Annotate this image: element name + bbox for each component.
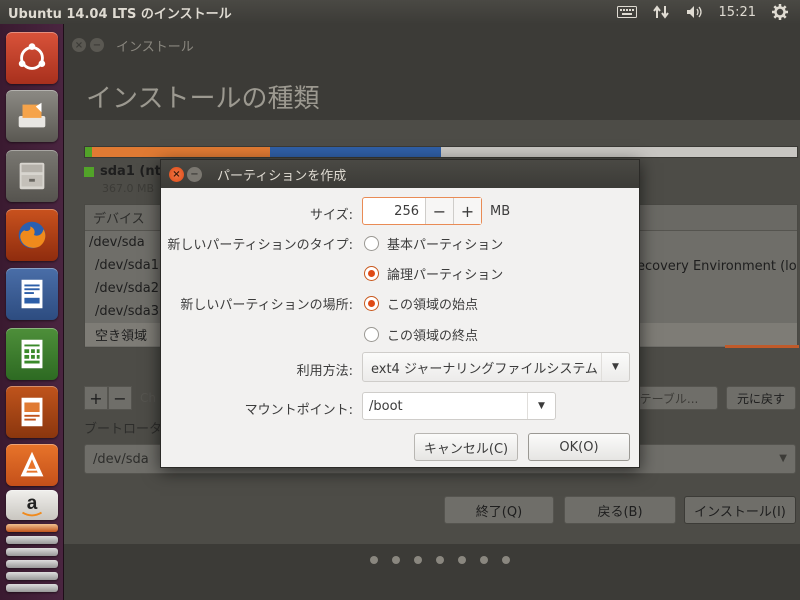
size-label: サイズ: bbox=[310, 208, 353, 223]
launcher-stack bbox=[6, 548, 58, 556]
launcher-stack bbox=[6, 584, 58, 592]
partition-type-label: 新しいパーティションのタイプ: bbox=[167, 238, 353, 253]
mount-point-input[interactable]: /boot bbox=[363, 399, 527, 414]
mount-point-combo[interactable]: /boot ▼ bbox=[362, 392, 556, 420]
launcher-stack bbox=[6, 536, 58, 544]
radio-label: この領域の終点 bbox=[387, 329, 479, 344]
disk-segment bbox=[92, 147, 271, 157]
step-dot bbox=[480, 556, 488, 564]
firefox-icon[interactable] bbox=[6, 209, 58, 261]
legend-label: sda1 (nt bbox=[100, 164, 161, 179]
radio-primary[interactable]: 基本パーティション bbox=[364, 234, 503, 253]
top-panel: Ubuntu 14.04 LTS のインストール 15:21 bbox=[0, 0, 800, 24]
ubuntu-dash-icon[interactable] bbox=[6, 32, 58, 84]
step-dot bbox=[436, 556, 444, 564]
step-dot bbox=[370, 556, 378, 564]
installer-icon[interactable] bbox=[6, 90, 58, 142]
dialog-title: パーティションを作成 bbox=[217, 168, 347, 184]
disk-legend: sda1 (nt bbox=[84, 164, 161, 179]
use-as-label: 利用方法: bbox=[296, 364, 353, 379]
chevron-down-icon[interactable]: ▼ bbox=[527, 393, 555, 419]
table-cell-note: ecovery Environment (lo bbox=[637, 259, 797, 274]
back-button[interactable]: 戻る(B) bbox=[564, 496, 676, 524]
filesystem-select[interactable]: ext4 ジャーナリングファイルシステム ▼ bbox=[362, 352, 630, 382]
install-button[interactable]: インストール(I) bbox=[684, 496, 796, 524]
bootloader-label: ブートロータ bbox=[84, 422, 163, 437]
step-dot bbox=[502, 556, 510, 564]
window-titlebar: × − インストール bbox=[64, 24, 800, 66]
software-center-icon[interactable] bbox=[6, 444, 58, 486]
radio-label: 論理パーティション bbox=[387, 268, 504, 283]
minimize-icon[interactable]: − bbox=[187, 166, 202, 182]
size-unit: MB bbox=[490, 204, 511, 219]
gear-icon[interactable] bbox=[770, 4, 790, 20]
page-heading: インストールの種類 bbox=[86, 84, 320, 114]
launcher-stack bbox=[6, 560, 58, 568]
window-title: Ubuntu 14.04 LTS のインストール bbox=[8, 6, 232, 22]
revert-button[interactable]: 元に戻す bbox=[726, 386, 796, 410]
close-icon[interactable]: × bbox=[72, 38, 86, 52]
quit-button[interactable]: 終了(Q) bbox=[444, 496, 554, 524]
amazon-icon[interactable]: a bbox=[6, 490, 58, 520]
launcher-stack bbox=[6, 572, 58, 580]
legend-size: 367.0 MB bbox=[102, 182, 155, 195]
radio-label: 基本パーティション bbox=[387, 238, 504, 253]
calc-icon[interactable] bbox=[6, 328, 58, 380]
filesystem-value: ext4 ジャーナリングファイルシステム bbox=[371, 361, 598, 377]
cancel-button[interactable]: キャンセル(C) bbox=[414, 433, 518, 461]
radio-location-begin[interactable]: この領域の始点 bbox=[364, 294, 478, 313]
launcher: a bbox=[0, 24, 64, 600]
ok-button[interactable]: OK(O) bbox=[528, 433, 630, 461]
radio-location-end[interactable]: この領域の終点 bbox=[364, 325, 478, 344]
create-partition-dialog: × − パーティションを作成 サイズ: 256 − + MB 新しいパーティショ… bbox=[160, 159, 640, 468]
partition-location-label: 新しいパーティションの場所: bbox=[180, 298, 353, 313]
disk-segment bbox=[440, 147, 797, 157]
volume-icon[interactable] bbox=[685, 4, 705, 20]
launcher-stack bbox=[6, 524, 58, 532]
disk-segment bbox=[85, 147, 93, 157]
keyboard-icon[interactable] bbox=[616, 4, 637, 20]
horizontal-scrollbar[interactable] bbox=[725, 345, 799, 348]
radio-logical[interactable]: 論理パーティション bbox=[364, 264, 503, 283]
remove-partition-button[interactable]: − bbox=[108, 386, 132, 410]
indicator-area: 15:21 bbox=[616, 4, 800, 20]
disk-usage-bar bbox=[84, 146, 798, 158]
radio-indicator[interactable] bbox=[364, 296, 379, 311]
radio-indicator[interactable] bbox=[364, 327, 379, 342]
step-dot bbox=[414, 556, 422, 564]
size-spinbox[interactable]: 256 − + bbox=[362, 197, 482, 225]
radio-label: この領域の始点 bbox=[387, 298, 479, 313]
file-manager-icon[interactable] bbox=[6, 150, 58, 202]
size-input[interactable]: 256 bbox=[363, 204, 425, 219]
svg-text:a: a bbox=[27, 493, 38, 514]
increment-button[interactable]: + bbox=[453, 198, 481, 224]
disk-segment bbox=[270, 147, 441, 157]
step-dot bbox=[458, 556, 466, 564]
decrement-button[interactable]: − bbox=[425, 198, 453, 224]
mount-point-label: マウントポイント: bbox=[244, 403, 353, 418]
minimize-icon[interactable]: − bbox=[90, 38, 104, 52]
network-icon[interactable] bbox=[651, 4, 671, 20]
radio-indicator[interactable] bbox=[364, 266, 379, 281]
dialog-titlebar: × − パーティションを作成 bbox=[161, 160, 639, 188]
clock[interactable]: 15:21 bbox=[719, 4, 756, 20]
add-partition-button[interactable]: + bbox=[84, 386, 108, 410]
writer-icon[interactable] bbox=[6, 268, 58, 320]
step-dot bbox=[392, 556, 400, 564]
window-title: インストール bbox=[116, 39, 194, 55]
step-indicator bbox=[370, 556, 510, 564]
impress-icon[interactable] bbox=[6, 386, 58, 438]
bootloader-device-value: /dev/sda bbox=[93, 451, 149, 467]
close-icon[interactable]: × bbox=[169, 166, 184, 182]
legend-swatch bbox=[84, 166, 94, 177]
radio-indicator[interactable] bbox=[364, 236, 379, 251]
table-toolbar: + − bbox=[84, 386, 132, 410]
chevron-down-icon: ▼ bbox=[779, 453, 787, 464]
chevron-down-icon: ▼ bbox=[601, 353, 629, 381]
